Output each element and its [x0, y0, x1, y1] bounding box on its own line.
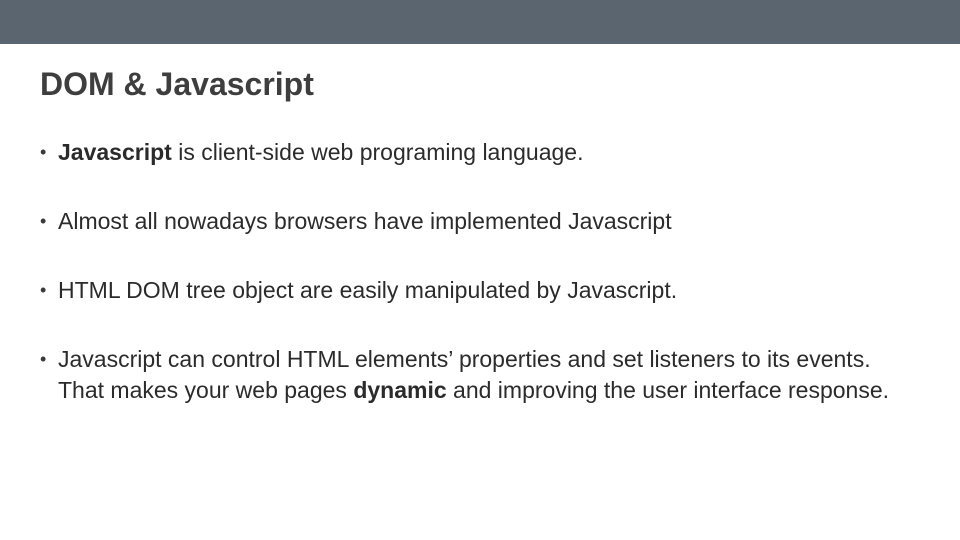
- bullet-item: Javascript is client-side web programing…: [40, 137, 920, 168]
- slide-title: DOM & Javascript: [40, 66, 920, 103]
- top-bar: [0, 0, 960, 44]
- bullet-text: HTML DOM tree object are easily manipula…: [58, 277, 677, 303]
- slide-content: DOM & Javascript Javascript is client-si…: [0, 44, 960, 406]
- bullet-text: is client-side web programing language.: [172, 139, 584, 165]
- bullet-item: Javascript can control HTML elements’ pr…: [40, 344, 920, 406]
- bullet-item: Almost all nowadays browsers have implem…: [40, 206, 920, 237]
- bullet-bold-mid: dynamic: [353, 377, 446, 403]
- bullet-text: Almost all nowadays browsers have implem…: [58, 208, 672, 234]
- bullet-text: and improving the user interface respons…: [447, 377, 889, 403]
- bullet-item: HTML DOM tree object are easily manipula…: [40, 275, 920, 306]
- bullet-bold-lead: Javascript: [58, 139, 172, 165]
- bullet-list: Javascript is client-side web programing…: [40, 137, 920, 406]
